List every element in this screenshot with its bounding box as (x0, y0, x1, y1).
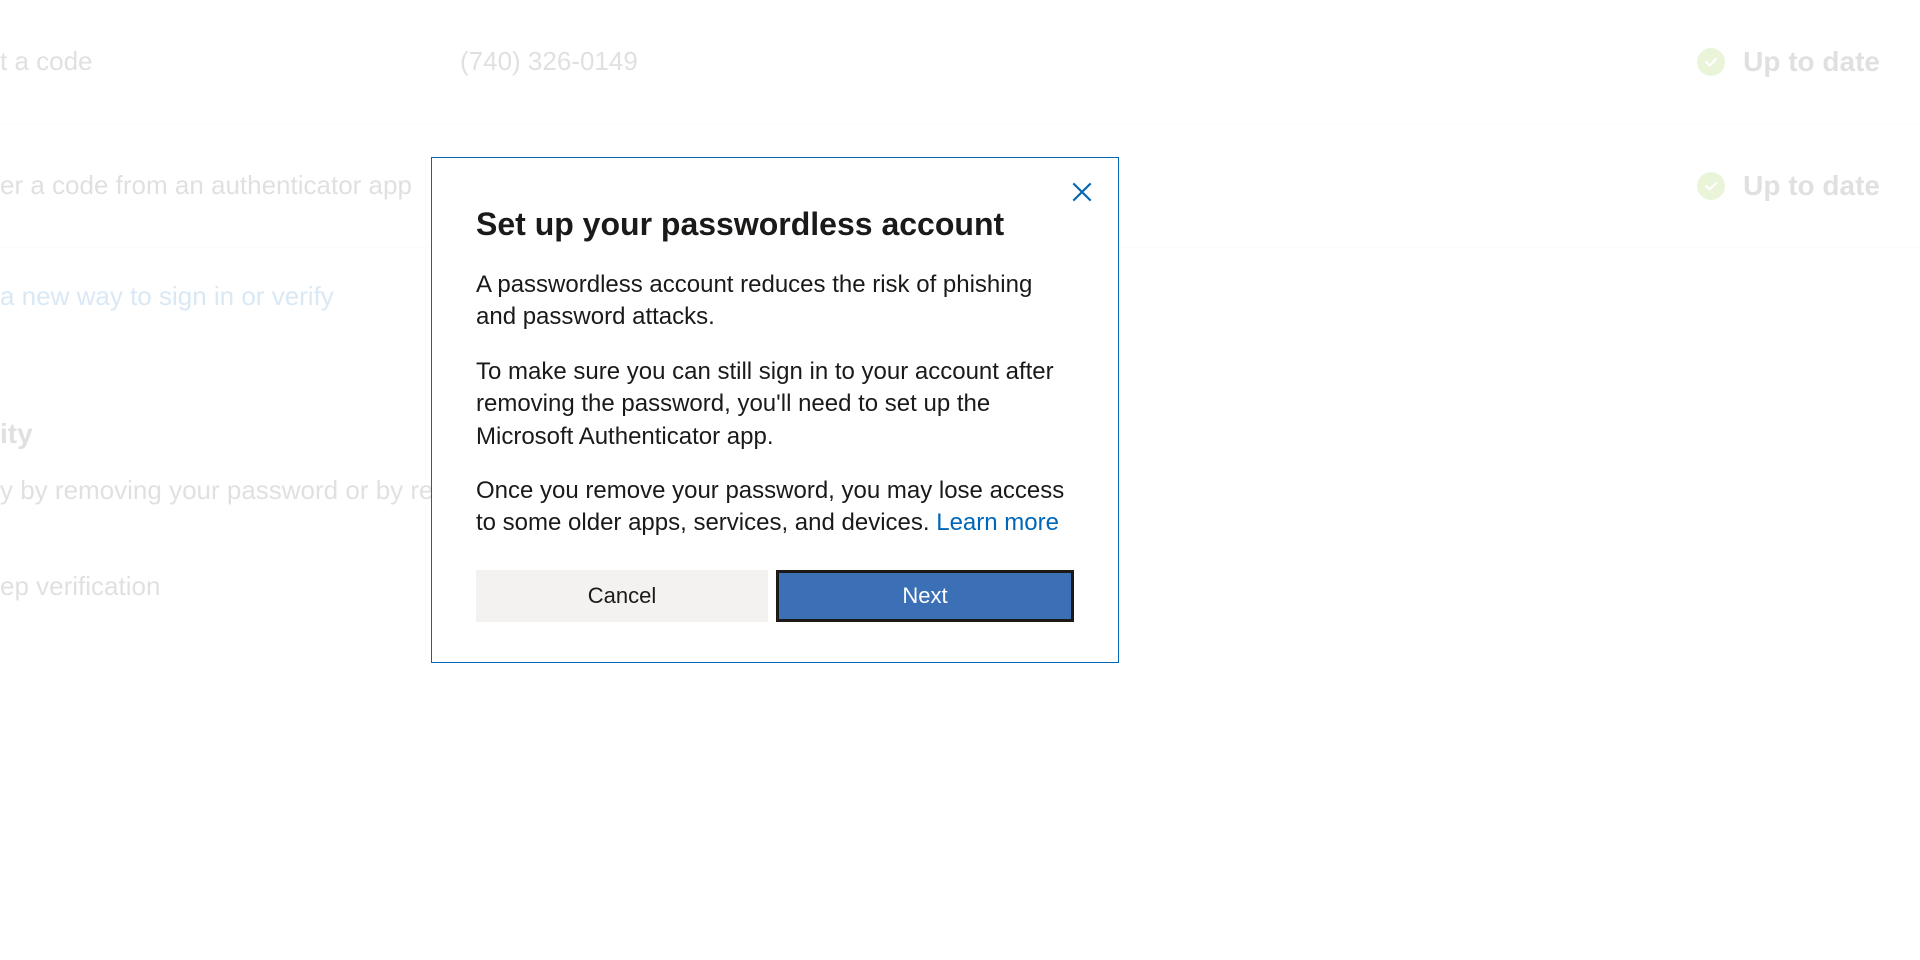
dialog-paragraph: To make sure you can still sign in to yo… (476, 356, 1074, 453)
dialog-paragraph: Once you remove your password, you may l… (476, 475, 1074, 540)
close-button[interactable] (1062, 172, 1102, 212)
dialog-body: A passwordless account reduces the risk … (476, 269, 1074, 540)
dialog-actions: Cancel Next (476, 570, 1074, 622)
close-icon (1069, 179, 1095, 205)
cancel-button[interactable]: Cancel (476, 570, 768, 622)
learn-more-link[interactable]: Learn more (936, 509, 1059, 536)
dialog-title: Set up your passwordless account (476, 206, 1074, 243)
next-button[interactable]: Next (776, 570, 1074, 622)
passwordless-setup-dialog: Set up your passwordless account A passw… (431, 157, 1119, 663)
dialog-paragraph: A passwordless account reduces the risk … (476, 269, 1074, 334)
